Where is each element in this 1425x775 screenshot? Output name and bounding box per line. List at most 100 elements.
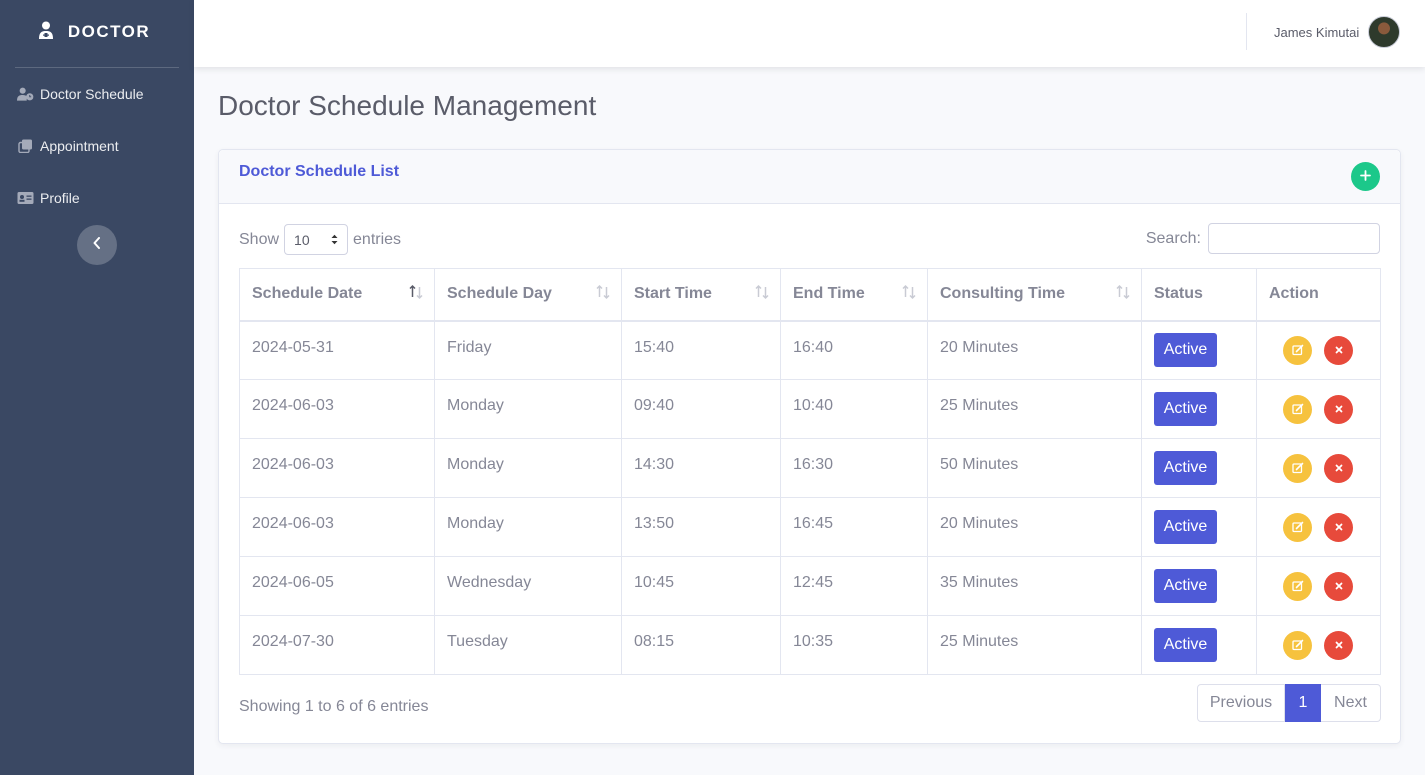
delete-button[interactable] — [1324, 453, 1353, 483]
table-row: 2024-05-31 Friday 15:40 16:40 20 Minutes… — [239, 320, 1381, 380]
cell-schedule-day: Friday — [434, 320, 622, 380]
edit-button[interactable] — [1283, 571, 1312, 601]
cell-schedule-day: Monday — [434, 497, 622, 557]
table-row: 2024-07-30 Tuesday 08:15 10:35 25 Minute… — [239, 615, 1381, 675]
cell-start-time: 14:30 — [621, 438, 781, 498]
cell-schedule-day: Tuesday — [434, 615, 622, 675]
status-badge[interactable]: Active — [1154, 333, 1217, 368]
avatar — [1368, 16, 1401, 48]
sidebar-toggle-button[interactable] — [77, 225, 117, 265]
clone-icon — [16, 139, 34, 153]
cell-action — [1256, 379, 1381, 439]
column-header-start-time[interactable]: Start Time — [621, 268, 781, 322]
edit-button[interactable] — [1283, 512, 1312, 542]
delete-button[interactable] — [1324, 630, 1353, 660]
user-doctor-icon — [38, 21, 54, 44]
close-icon — [1335, 582, 1342, 590]
edit-icon — [1291, 639, 1303, 651]
status-badge[interactable]: Active — [1154, 451, 1217, 485]
table-header-row: Schedule Date Schedule Day Start Time En… — [239, 268, 1381, 322]
topbar: James Kimutai — [194, 0, 1425, 67]
search-label: Search: — [1145, 229, 1201, 247]
column-header-label: Action — [1269, 285, 1319, 303]
close-icon — [1335, 464, 1342, 472]
status-badge[interactable]: Active — [1154, 569, 1217, 603]
cell-schedule-date: 2024-05-31 — [239, 320, 435, 380]
cell-schedule-day: Wednesday — [434, 556, 622, 616]
page-1-button[interactable]: 1 — [1285, 684, 1321, 722]
entries-select-value: 10 — [294, 231, 310, 248]
column-header-schedule-date[interactable]: Schedule Date — [239, 268, 435, 322]
delete-button[interactable] — [1324, 571, 1353, 601]
cell-consulting-time: 25 Minutes — [927, 379, 1142, 439]
delete-button[interactable] — [1324, 512, 1353, 542]
sort-both-icon — [596, 284, 610, 300]
cell-consulting-time: 35 Minutes — [927, 556, 1142, 616]
sidebar: DOCTOR Doctor Schedule Appointment Profi… — [0, 0, 194, 775]
next-page-button[interactable]: Next — [1321, 684, 1381, 722]
previous-page-button[interactable]: Previous — [1197, 684, 1285, 722]
table-info: Showing 1 to 6 of 6 entries — [239, 698, 429, 715]
edit-icon — [1291, 462, 1303, 474]
sidebar-item-profile[interactable]: Profile — [0, 172, 194, 224]
edit-button[interactable] — [1283, 394, 1312, 424]
sort-both-icon — [755, 284, 769, 300]
card-title: Doctor Schedule List — [239, 163, 400, 180]
cell-schedule-date: 2024-06-05 — [239, 556, 435, 616]
edit-button[interactable] — [1283, 335, 1312, 365]
column-header-label: Schedule Date — [252, 285, 363, 303]
cell-end-time: 16:30 — [780, 438, 928, 498]
search-control: Search: — [1146, 223, 1380, 254]
column-header-schedule-day[interactable]: Schedule Day — [434, 268, 622, 322]
cell-status: Active — [1141, 615, 1257, 675]
edit-icon — [1291, 344, 1303, 356]
topbar-divider — [1246, 13, 1247, 50]
pagination: Previous 1 Next — [1197, 684, 1381, 722]
close-icon — [1335, 641, 1342, 649]
cell-status: Active — [1141, 320, 1257, 380]
search-input[interactable] — [1208, 223, 1380, 254]
card-header: Doctor Schedule List — [219, 150, 1400, 204]
cell-consulting-time: 25 Minutes — [927, 615, 1142, 675]
cell-schedule-date: 2024-06-03 — [239, 438, 435, 498]
status-badge[interactable]: Active — [1154, 392, 1217, 426]
entries-select[interactable]: 10 — [284, 224, 349, 255]
id-card-icon — [16, 191, 34, 205]
sidebar-item-doctor-schedule[interactable]: Doctor Schedule — [0, 68, 194, 120]
cell-schedule-date: 2024-06-03 — [239, 379, 435, 439]
cell-action — [1256, 615, 1381, 675]
close-icon — [1335, 346, 1342, 354]
edit-icon — [1291, 580, 1303, 592]
brand-label: DOCTOR — [67, 22, 151, 41]
column-header-consulting-time[interactable]: Consulting Time — [927, 268, 1142, 322]
chevron-left-icon — [92, 236, 102, 254]
status-badge[interactable]: Active — [1154, 628, 1217, 662]
edit-button[interactable] — [1283, 630, 1312, 660]
delete-button[interactable] — [1324, 335, 1353, 365]
cell-schedule-day: Monday — [434, 379, 622, 439]
sidebar-brand[interactable]: DOCTOR — [0, 0, 194, 64]
status-badge[interactable]: Active — [1154, 510, 1217, 544]
cell-status: Active — [1141, 497, 1257, 557]
column-header-status: Status — [1141, 268, 1257, 322]
cell-end-time: 10:35 — [780, 615, 928, 675]
column-header-label: End Time — [793, 285, 865, 303]
table-row: 2024-06-05 Wednesday 10:45 12:45 35 Minu… — [239, 556, 1381, 616]
user-menu[interactable]: James Kimutai — [1274, 0, 1401, 64]
show-label: Show — [239, 230, 280, 248]
edit-icon — [1291, 403, 1303, 415]
sidebar-item-appointment[interactable]: Appointment — [0, 120, 194, 172]
cell-end-time: 16:40 — [780, 320, 928, 380]
cell-start-time: 10:45 — [621, 556, 781, 616]
table-row: 2024-06-03 Monday 13:50 16:45 20 Minutes… — [239, 497, 1381, 557]
cell-status: Active — [1141, 379, 1257, 439]
cell-consulting-time: 50 Minutes — [927, 438, 1142, 498]
cell-start-time: 13:50 — [621, 497, 781, 557]
add-schedule-button[interactable] — [1351, 162, 1380, 191]
cell-status: Active — [1141, 438, 1257, 498]
column-header-end-time[interactable]: End Time — [780, 268, 928, 322]
user-name: James Kimutai — [1274, 24, 1360, 40]
delete-button[interactable] — [1324, 394, 1353, 424]
column-header-action: Action — [1256, 268, 1381, 322]
edit-button[interactable] — [1283, 453, 1312, 483]
